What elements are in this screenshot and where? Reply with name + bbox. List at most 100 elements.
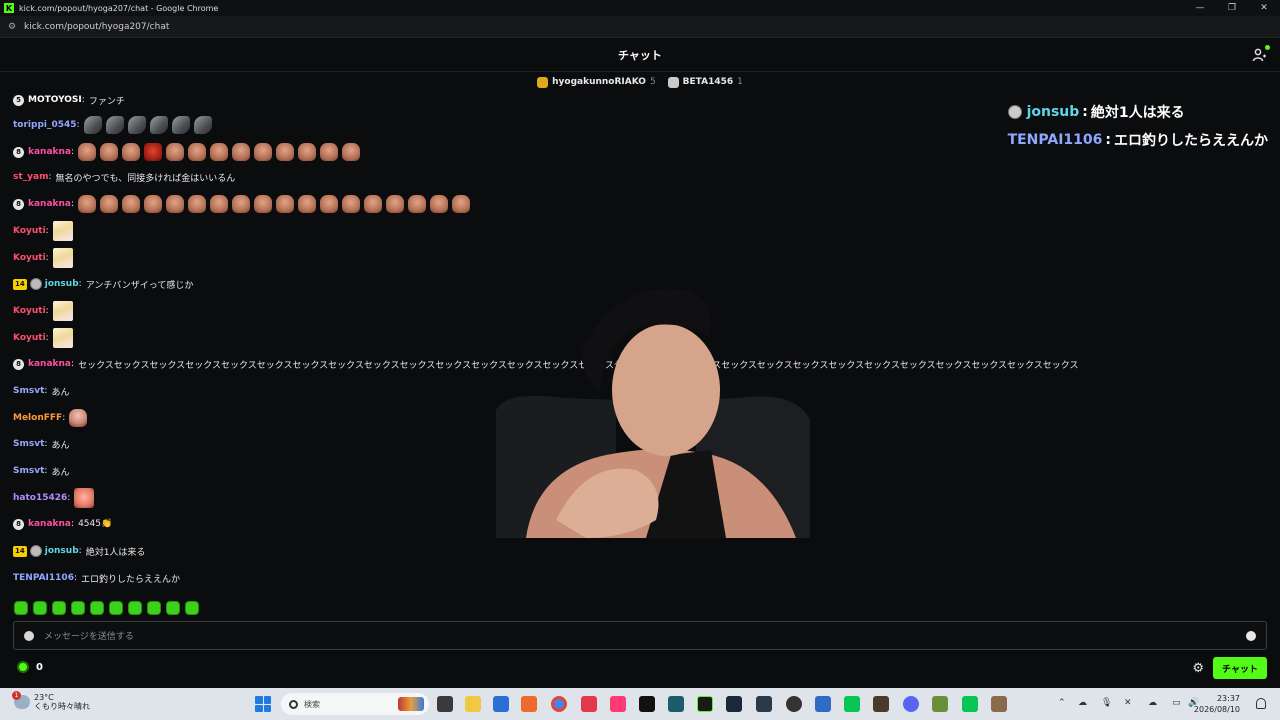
- bullet-emote-icon[interactable]: [105, 116, 124, 134]
- app-icon[interactable]: [581, 696, 597, 712]
- face-emote-icon[interactable]: [320, 195, 339, 213]
- kick-emote-icon[interactable]: [128, 601, 142, 615]
- chat-username[interactable]: MOTOYOSI: [28, 95, 82, 105]
- face-emote-icon[interactable]: [276, 195, 295, 213]
- face-emote-icon[interactable]: [210, 195, 229, 213]
- minecraft-icon[interactable]: [932, 696, 948, 712]
- face-emote-icon[interactable]: [122, 195, 141, 213]
- anime-emote-icon[interactable]: [52, 301, 73, 321]
- kick-emote-icon[interactable]: [71, 601, 85, 615]
- display-icon[interactable]: ▭: [1172, 698, 1181, 708]
- settings-gear-icon[interactable]: ⚙: [1192, 661, 1204, 676]
- chat-input-placeholder[interactable]: メッセージを送信する: [44, 629, 134, 642]
- chat-username[interactable]: Koyuti: [13, 253, 46, 263]
- face-emote-icon[interactable]: [232, 195, 251, 213]
- chat-username[interactable]: torippi_0545: [13, 120, 77, 130]
- face-emote-icon[interactable]: [78, 195, 97, 213]
- chat-username[interactable]: kanakna: [28, 147, 71, 157]
- face-emote-icon[interactable]: [188, 195, 207, 213]
- bald-emote-icon[interactable]: [69, 409, 88, 427]
- face-emote-icon[interactable]: [342, 143, 361, 161]
- close-icon[interactable]: ✕: [1248, 0, 1280, 16]
- kick-emote-icon[interactable]: [33, 601, 47, 615]
- chat-username[interactable]: Smsvt: [13, 439, 44, 449]
- chat-username[interactable]: Koyuti: [13, 333, 46, 343]
- face-emote-icon[interactable]: [452, 195, 471, 213]
- face-emote-icon[interactable]: [122, 143, 141, 161]
- brave-icon[interactable]: [521, 696, 537, 712]
- address-bar[interactable]: ⚙ kick.com/popout/hyoga207/chat: [0, 16, 1280, 38]
- face-emote-icon[interactable]: [430, 195, 449, 213]
- chevron-up-icon[interactable]: ⌃: [1058, 698, 1066, 708]
- gifter-item[interactable]: BETA1456 1: [667, 76, 743, 88]
- chat-username[interactable]: Koyuti: [13, 226, 46, 236]
- network-icon[interactable]: ☁: [1078, 698, 1087, 708]
- kick-emote-icon[interactable]: [166, 601, 180, 615]
- face-emote-icon[interactable]: [364, 195, 383, 213]
- bullet-emote-icon[interactable]: [83, 116, 102, 134]
- emoji-picker-icon[interactable]: [1246, 631, 1256, 641]
- taskbar-search-placeholder[interactable]: 検索: [304, 699, 320, 710]
- redface-emote-icon[interactable]: [144, 143, 163, 161]
- steam-icon[interactable]: [726, 696, 742, 712]
- onedrive-icon[interactable]: ☁: [1148, 698, 1157, 708]
- kick-app-icon[interactable]: [697, 696, 713, 712]
- kick-emote-icon[interactable]: [185, 601, 199, 615]
- face-emote-icon[interactable]: [320, 143, 339, 161]
- anime-emote-icon[interactable]: [52, 221, 73, 241]
- face-emote-icon[interactable]: [166, 143, 185, 161]
- kick-emote-icon[interactable]: [14, 601, 28, 615]
- chat-username[interactable]: Koyuti: [13, 306, 46, 316]
- face-emote-icon[interactable]: [166, 195, 185, 213]
- face-emote-icon[interactable]: [100, 143, 119, 161]
- gifter-item[interactable]: hyogakunnoRIAKO 5: [537, 76, 656, 88]
- chat-username[interactable]: jonsub: [45, 546, 79, 556]
- chat-username[interactable]: MelonFFF: [13, 413, 62, 423]
- bullet-emote-icon[interactable]: [171, 116, 190, 134]
- anime-emote-icon[interactable]: [52, 328, 73, 348]
- weather-widget[interactable]: 1 23°C くもり時々晴れ: [12, 691, 90, 711]
- kick-emote-icon[interactable]: [109, 601, 123, 615]
- kick-emote-icon[interactable]: [52, 601, 66, 615]
- bullet-emote-icon[interactable]: [149, 116, 168, 134]
- face-emote-icon[interactable]: [188, 143, 207, 161]
- face-emote-icon[interactable]: [254, 143, 273, 161]
- app-icon[interactable]: [873, 696, 889, 712]
- bullet-emote-icon[interactable]: [127, 116, 146, 134]
- kick-emote-icon[interactable]: [90, 601, 104, 615]
- chat-username[interactable]: kanakna: [28, 519, 71, 529]
- app-icon[interactable]: [756, 696, 772, 712]
- taskbar-clock[interactable]: 23:37 2026/08/10: [1194, 693, 1240, 715]
- mic-icon[interactable]: 🎙: [1101, 698, 1112, 708]
- channel-points[interactable]: 0: [17, 661, 43, 673]
- app-icon[interactable]: [493, 696, 509, 712]
- face-emote-icon[interactable]: [210, 143, 229, 161]
- face-emote-icon[interactable]: [386, 195, 405, 213]
- discord-icon[interactable]: [903, 696, 919, 712]
- notification-bell-icon[interactable]: [1256, 698, 1266, 709]
- face-emote-icon[interactable]: [100, 195, 119, 213]
- bullet-emote-icon[interactable]: [193, 116, 212, 134]
- chat-username[interactable]: hato15426: [13, 493, 67, 503]
- obs-icon[interactable]: [786, 696, 802, 712]
- chat-input[interactable]: メッセージを送信する: [13, 621, 1267, 650]
- chrome-icon[interactable]: [551, 696, 567, 712]
- taskbar-search[interactable]: 検索: [281, 693, 429, 715]
- app-icon[interactable]: [668, 696, 684, 712]
- face-emote-icon[interactable]: [342, 195, 361, 213]
- chat-users-button[interactable]: [1252, 45, 1270, 63]
- app-icon[interactable]: [639, 696, 655, 712]
- site-settings-icon[interactable]: ⚙: [8, 22, 18, 32]
- pinkface-emote-icon[interactable]: [74, 488, 95, 508]
- anime-emote-icon[interactable]: [52, 248, 73, 268]
- chat-username[interactable]: jonsub: [45, 279, 79, 289]
- file-explorer-icon[interactable]: [465, 696, 481, 712]
- close-tray-icon[interactable]: ✕: [1124, 698, 1132, 708]
- task-view-icon[interactable]: [437, 696, 453, 712]
- face-emote-icon[interactable]: [254, 195, 273, 213]
- minimize-icon[interactable]: —: [1184, 0, 1216, 16]
- chat-username[interactable]: kanakna: [28, 199, 71, 209]
- chat-username[interactable]: Smsvt: [13, 386, 44, 396]
- line-icon[interactable]: [962, 696, 978, 712]
- chat-username[interactable]: kanakna: [28, 359, 71, 369]
